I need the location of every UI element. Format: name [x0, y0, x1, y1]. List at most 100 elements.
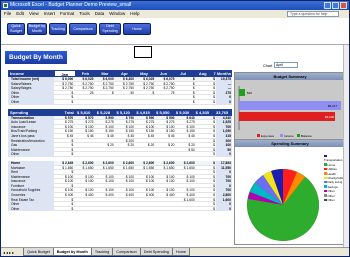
table-cell[interactable]: $ 400 [95, 193, 115, 197]
table-cell[interactable]: $ 1,650 [95, 166, 115, 170]
table-cell[interactable] [115, 202, 135, 206]
table-cell[interactable] [115, 148, 135, 152]
table-cell[interactable]: $ 2,750 [155, 86, 175, 90]
table-cell[interactable]: $ 2,750 [115, 82, 135, 86]
table-cell[interactable] [155, 100, 175, 104]
table-cell[interactable] [95, 95, 115, 99]
table-cell[interactable] [176, 207, 196, 211]
table-cell[interactable]: $ [54, 143, 74, 147]
table-cell[interactable]: $ 150 [95, 129, 115, 133]
table-cell[interactable]: $ 570 [54, 116, 74, 120]
table-cell[interactable]: $ [196, 202, 216, 206]
table-cell[interactable] [115, 152, 135, 156]
table-cell[interactable]: $ [54, 184, 74, 188]
table-cell[interactable]: $ [176, 91, 196, 95]
table-cell[interactable] [155, 184, 175, 188]
table-cell[interactable] [176, 202, 196, 206]
menu-tools[interactable]: Tools [79, 10, 90, 18]
table-cell[interactable]: $ 2,600 [155, 161, 175, 165]
table-cell[interactable]: $ [54, 100, 74, 104]
sheet-tab[interactable]: Tracking [90, 248, 114, 256]
menu-data[interactable]: Data [95, 10, 105, 18]
sheet-tab[interactable]: Budget by Month [52, 248, 92, 256]
nav-tracking-button[interactable]: Tracking [49, 23, 67, 35]
table-cell[interactable]: $ 6,000 [95, 77, 115, 81]
table-cell[interactable]: $ [196, 77, 216, 81]
table-cell[interactable]: $ 100 [135, 175, 155, 179]
table-cell[interactable]: $ 2,750 [95, 86, 115, 90]
table-cell[interactable]: $ 20 [176, 143, 196, 147]
table-cell[interactable]: $ 45 [155, 134, 175, 138]
table-cell[interactable]: $ [135, 91, 155, 95]
table-cell[interactable]: $ [196, 193, 216, 197]
table-cell[interactable]: $ 2,600 [115, 161, 135, 165]
table-cell[interactable]: 50 [115, 91, 135, 95]
table-cell[interactable]: $ [196, 188, 216, 192]
table-cell[interactable]: $ 100 [135, 125, 155, 129]
table-cell[interactable]: $ [54, 148, 74, 152]
table-cell[interactable]: $ 100 [176, 179, 196, 183]
table-cell[interactable]: $ [176, 77, 196, 81]
table-cell[interactable]: $ 1,650 [155, 166, 175, 170]
table-cell[interactable]: $ 100 [155, 188, 175, 192]
table-cell[interactable] [74, 207, 94, 211]
table-cell[interactable]: $ 570 [74, 116, 94, 120]
table-cell[interactable]: $ [196, 129, 216, 133]
table-cell[interactable] [176, 170, 196, 174]
table-cell[interactable]: $ 1,600 [176, 198, 196, 202]
table-cell[interactable]: $ 400 [115, 193, 135, 197]
table-cell[interactable]: $ [196, 175, 216, 179]
table-cell[interactable] [115, 198, 135, 202]
selected-cell[interactable] [134, 46, 152, 58]
table-cell[interactable] [74, 143, 94, 147]
table-cell[interactable]: $ [196, 166, 216, 170]
table-cell[interactable] [95, 100, 115, 104]
table-cell[interactable]: $ 100 [176, 188, 196, 192]
table-cell[interactable]: $ [196, 134, 216, 138]
table-cell[interactable]: $ [196, 184, 216, 188]
table-cell[interactable] [74, 139, 94, 143]
table-cell[interactable] [74, 95, 94, 99]
nav-quick-budget-button[interactable]: Quick Budget [7, 23, 25, 35]
sheet-tab[interactable]: Home [171, 248, 190, 256]
table-cell[interactable]: $ 1,650 [176, 166, 196, 170]
table-cell[interactable] [115, 207, 135, 211]
table-cell[interactable] [135, 139, 155, 143]
table-cell[interactable]: $ 2,750 [115, 86, 135, 90]
table-cell[interactable]: $ 275 [95, 120, 115, 124]
table-cell[interactable]: $ [176, 100, 196, 104]
month-select[interactable]: Jan [55, 71, 75, 77]
close-button[interactable] [340, 2, 347, 9]
table-cell[interactable]: $ 100 [54, 125, 74, 129]
table-cell[interactable]: $ 150 [155, 129, 175, 133]
table-cell[interactable]: $ 6,075 [155, 77, 175, 81]
menu-help[interactable]: Help [130, 10, 139, 18]
table-cell[interactable]: $ 100 [115, 125, 135, 129]
table-cell[interactable]: $ 45 [176, 134, 196, 138]
table-cell[interactable]: $ 590 [155, 116, 175, 120]
maximize-button[interactable] [332, 2, 339, 9]
table-cell[interactable]: $ [95, 91, 115, 95]
table-cell[interactable]: $ 150 [176, 129, 196, 133]
table-cell[interactable]: $ 6,000 [54, 77, 74, 81]
table-cell[interactable]: $ 2,750 [135, 86, 155, 90]
table-cell[interactable] [155, 198, 175, 202]
table-cell[interactable]: $ 100 [95, 175, 115, 179]
table-cell[interactable]: $ 790 [115, 116, 135, 120]
table-cell[interactable] [135, 184, 155, 188]
table-cell[interactable]: $ [176, 95, 196, 99]
table-cell[interactable]: $ 100 [54, 175, 74, 179]
table-cell[interactable]: $ 275 [135, 120, 155, 124]
sheet-tab[interactable]: Comparison [112, 248, 141, 256]
table-cell[interactable]: $ 400 [135, 193, 155, 197]
minimize-button[interactable] [324, 2, 331, 9]
table-cell[interactable]: $ [196, 170, 216, 174]
table-cell[interactable]: $ [196, 91, 216, 95]
table-cell[interactable]: $ [196, 116, 216, 120]
table-cell[interactable]: $ [54, 202, 74, 206]
table-cell[interactable]: $ 400 [74, 193, 94, 197]
table-cell[interactable]: 75 [155, 91, 175, 95]
spending-summary-chart[interactable]: Spending Summary Transportation Home Utili… [234, 139, 346, 245]
menu-view[interactable]: View [29, 10, 39, 18]
table-cell[interactable] [95, 184, 115, 188]
